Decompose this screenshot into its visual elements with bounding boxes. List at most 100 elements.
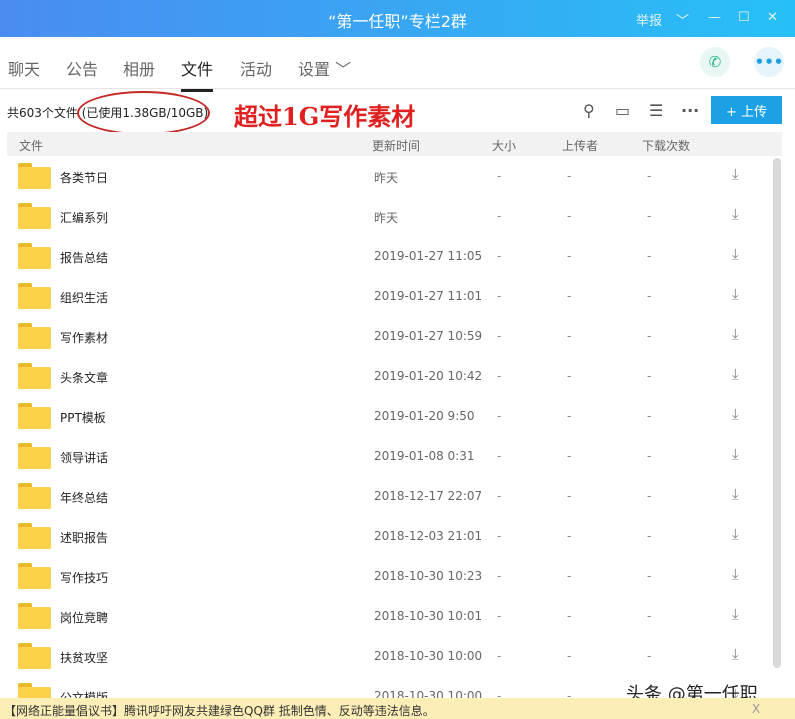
scrollbar[interactable] [773, 158, 781, 668]
file-downloads: - [647, 649, 652, 663]
notice-text: 【网络正能量倡议书】腾讯呼吁网友共建绿色QQ群 抵制色情、反动等违法信息。 [4, 704, 435, 718]
download-icon[interactable]: ⤓ [732, 325, 739, 343]
file-name[interactable]: 汇编系列 [60, 209, 108, 226]
col-file[interactable]: 文件 [19, 137, 43, 154]
file-time: 2018-10-30 10:01 [374, 609, 483, 623]
report-button[interactable]: 举报 [636, 10, 662, 29]
file-uploader: - [567, 369, 572, 383]
upload-button[interactable]: + 上传 [711, 96, 782, 124]
tab-chat[interactable]: 聊天 [8, 56, 40, 80]
file-size: - [497, 329, 502, 343]
file-uploader: - [567, 249, 572, 263]
file-size: - [497, 209, 502, 223]
phone-icon[interactable]: ✆ [700, 47, 730, 77]
file-name[interactable]: 组织生活 [60, 289, 108, 306]
file-size: - [497, 489, 502, 503]
annotation-text: 超过1G写作素材 [234, 102, 416, 131]
file-time: 昨天 [374, 171, 399, 185]
tab-files[interactable]: 文件 [181, 56, 214, 92]
file-name[interactable]: 领导讲话 [60, 449, 108, 466]
file-uploader: - [567, 209, 572, 223]
list-view-icon[interactable]: ☰ [649, 101, 663, 120]
file-row[interactable]: 报告总结 2019-01-27 11:05 - - - ⤓ [0, 236, 770, 276]
download-icon[interactable]: ⤓ [732, 525, 739, 543]
file-size: - [497, 529, 502, 543]
file-size: - [497, 369, 502, 383]
file-downloads: - [647, 369, 652, 383]
col-uploader[interactable]: 上传者 [562, 137, 598, 154]
file-uploader: - [567, 449, 572, 463]
download-icon[interactable]: ⤓ [732, 245, 739, 263]
tab-album[interactable]: 相册 [123, 56, 155, 80]
file-row[interactable]: 年终总结 2018-12-17 22:07 - - - ⤓ [0, 476, 770, 516]
download-icon[interactable]: ⤓ [732, 165, 739, 183]
folder-icon [18, 483, 51, 509]
folder-icon [18, 403, 51, 429]
file-name[interactable]: 报告总结 [60, 249, 108, 266]
folder-icon [18, 243, 51, 269]
file-name[interactable]: 写作素材 [60, 329, 108, 346]
file-downloads: - [647, 449, 652, 463]
download-icon[interactable]: ⤓ [732, 205, 739, 223]
file-uploader: - [567, 169, 572, 183]
file-row[interactable]: PPT模板 2019-01-20 9:50 - - - ⤓ [0, 396, 770, 436]
file-row[interactable]: 写作素材 2019-01-27 10:59 - - - ⤓ [0, 316, 770, 356]
download-icon[interactable]: ⤓ [732, 565, 739, 583]
file-uploader: - [567, 649, 572, 663]
file-size: - [497, 449, 502, 463]
file-row[interactable]: 各类节日 昨天 - - - ⤓ [0, 156, 770, 196]
search-icon[interactable]: ⚲ [583, 101, 595, 120]
file-name[interactable]: 岗位竞聘 [60, 609, 108, 626]
download-icon[interactable]: ⤓ [732, 365, 739, 383]
close-banner-icon[interactable]: X [752, 702, 760, 716]
file-row[interactable]: 组织生活 2019-01-27 11:01 - - - ⤓ [0, 276, 770, 316]
file-name[interactable]: 扶贫攻坚 [60, 649, 108, 666]
more-icon[interactable]: ••• [754, 47, 784, 77]
file-name[interactable]: 各类节日 [60, 169, 108, 186]
file-name[interactable]: 述职报告 [60, 529, 108, 546]
file-row[interactable]: 述职报告 2018-12-03 21:01 - - - ⤓ [0, 516, 770, 556]
folder-icon [18, 283, 51, 309]
tab-settings[interactable]: 设置 ﹀ [298, 56, 351, 80]
file-row[interactable]: 写作技巧 2018-10-30 10:23 - - - ⤓ [0, 556, 770, 596]
file-uploader: - [567, 409, 572, 423]
file-row[interactable]: 头条文章 2019-01-20 10:42 - - - ⤓ [0, 356, 770, 396]
tab-announcement[interactable]: 公告 [66, 56, 98, 80]
file-row[interactable]: 岗位竞聘 2018-10-30 10:01 - - - ⤓ [0, 596, 770, 636]
chevron-down-icon[interactable]: ﹀ [676, 10, 689, 29]
minimize-icon[interactable]: — [708, 10, 721, 25]
file-row[interactable]: 领导讲话 2019-01-08 0:31 - - - ⤓ [0, 436, 770, 476]
file-time: 2018-10-30 10:23 [374, 569, 483, 583]
col-downloads[interactable]: 下载次数 [642, 137, 690, 154]
close-icon[interactable]: ✕ [767, 10, 778, 25]
file-time: 2019-01-27 11:05 [374, 249, 483, 263]
notice-banner: 【网络正能量倡议书】腾讯呼吁网友共建绿色QQ群 抵制色情、反动等违法信息。 X [0, 698, 795, 719]
file-name[interactable]: 年终总结 [60, 489, 108, 506]
download-icon[interactable]: ⤓ [732, 645, 739, 663]
download-icon[interactable]: ⤓ [732, 405, 739, 423]
folder-icon [18, 523, 51, 549]
download-icon[interactable]: ⤓ [732, 445, 739, 463]
file-list: 各类节日 昨天 - - - ⤓ 汇编系列 昨天 - - - ⤓ 报告总结 201… [0, 156, 770, 716]
file-uploader: - [567, 609, 572, 623]
file-size: - [497, 289, 502, 303]
tab-activity[interactable]: 活动 [240, 56, 272, 80]
inbox-icon[interactable]: ▭ [615, 101, 630, 120]
file-downloads: - [647, 169, 652, 183]
file-row[interactable]: 汇编系列 昨天 - - - ⤓ [0, 196, 770, 236]
file-row[interactable]: 扶贫攻坚 2018-10-30 10:00 - - - ⤓ [0, 636, 770, 676]
col-size[interactable]: 大小 [492, 137, 516, 154]
maximize-icon[interactable]: ☐ [738, 10, 750, 25]
file-name[interactable]: 头条文章 [60, 369, 108, 386]
more-options-icon[interactable]: ··· [681, 101, 699, 120]
file-size: - [497, 409, 502, 423]
download-icon[interactable]: ⤓ [732, 285, 739, 303]
file-name[interactable]: PPT模板 [60, 409, 106, 426]
download-icon[interactable]: ⤓ [732, 485, 739, 503]
title-bar: “第一任职”专栏2群 举报 ﹀ — ☐ ✕ [0, 0, 795, 37]
file-name[interactable]: 写作技巧 [60, 569, 108, 586]
folder-icon [18, 323, 51, 349]
file-time: 2019-01-08 0:31 [374, 449, 475, 463]
col-updated[interactable]: 更新时间 [372, 137, 420, 154]
download-icon[interactable]: ⤓ [732, 605, 739, 623]
